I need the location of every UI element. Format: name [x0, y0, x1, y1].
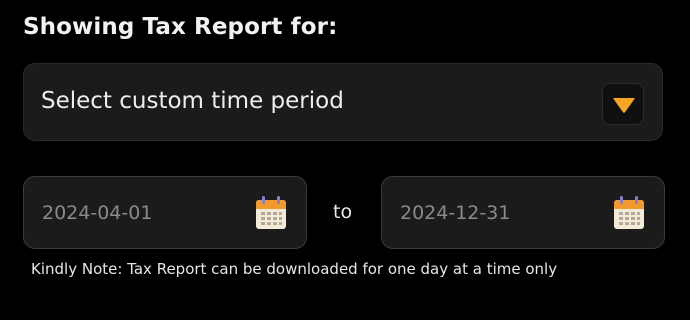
start-date-value: 2024-04-01	[42, 202, 153, 224]
date-range-separator: to	[333, 201, 353, 223]
calendar-icon[interactable]	[255, 196, 287, 230]
dropdown-toggle-button[interactable]	[602, 83, 644, 125]
page-title: Showing Tax Report for:	[23, 14, 338, 40]
calendar-icon[interactable]	[613, 196, 645, 230]
time-period-selected-label: Select custom time period	[41, 88, 344, 114]
end-date-field[interactable]: 2024-12-31	[381, 176, 665, 249]
start-date-field[interactable]: 2024-04-01	[23, 176, 307, 249]
caret-down-icon	[613, 98, 635, 113]
end-date-value: 2024-12-31	[400, 202, 511, 224]
download-note: Kindly Note: Tax Report can be downloade…	[31, 260, 558, 278]
time-period-dropdown[interactable]: Select custom time period	[23, 63, 663, 141]
